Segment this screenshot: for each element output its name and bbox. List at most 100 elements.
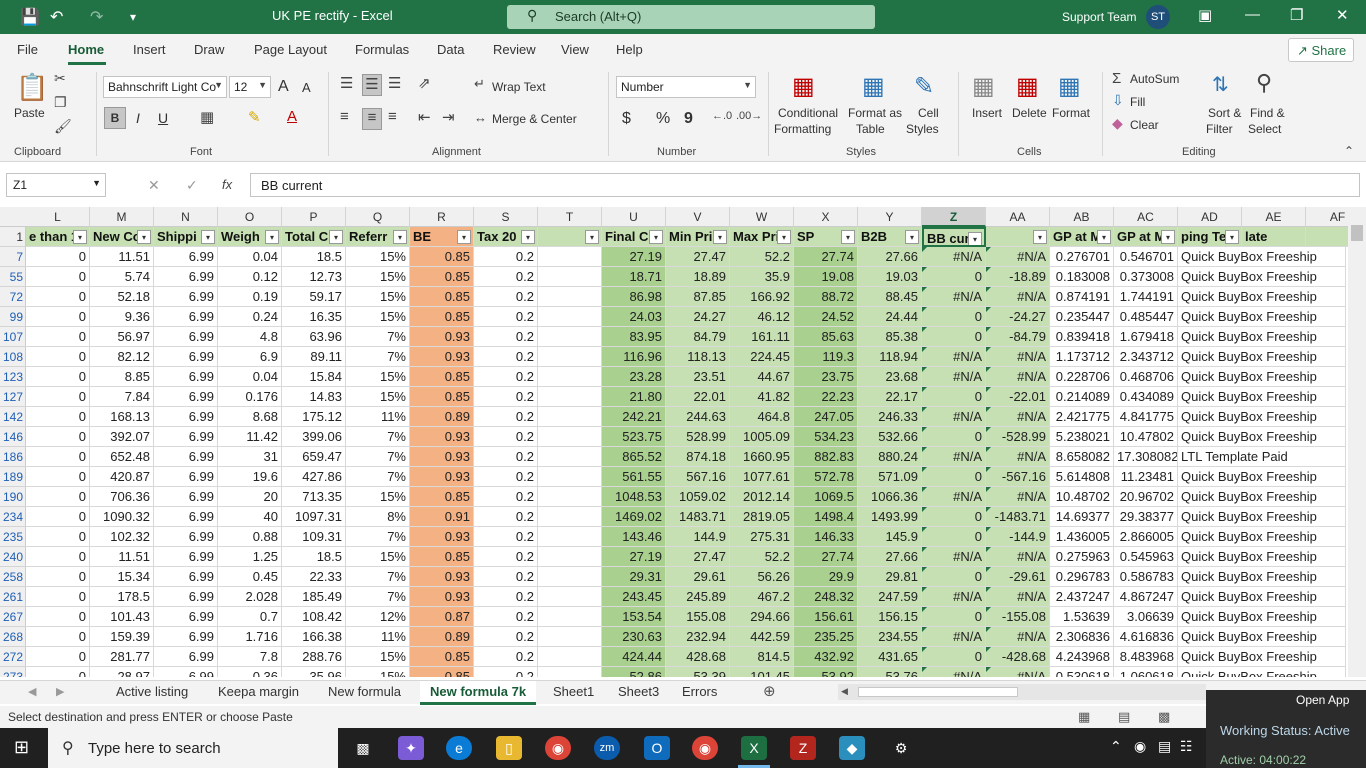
table-cell[interactable] xyxy=(538,467,602,487)
table-cell[interactable]: 424.44 xyxy=(602,647,666,667)
avatar[interactable]: ST xyxy=(1146,5,1170,29)
table-cell[interactable]: 44.67 xyxy=(730,367,794,387)
table-cell[interactable]: 1.716 xyxy=(218,627,282,647)
table-cell[interactable]: 0.434089 xyxy=(1114,387,1178,407)
table-cell[interactable]: 392.07 xyxy=(90,427,154,447)
table-cell[interactable]: 0 xyxy=(26,287,90,307)
sheet-tab[interactable]: Errors xyxy=(682,684,717,699)
tab-data[interactable]: Data xyxy=(437,42,464,57)
table-cell[interactable]: 0 xyxy=(26,327,90,347)
table-cell[interactable]: 442.59 xyxy=(730,627,794,647)
sheet-tab[interactable]: Sheet1 xyxy=(553,684,594,699)
table-cell[interactable]: 15% xyxy=(346,667,410,677)
edge-icon[interactable]: e xyxy=(446,736,472,760)
table-cell[interactable]: 15% xyxy=(346,487,410,507)
table-cell[interactable]: 0.2 xyxy=(474,367,538,387)
table-cell[interactable]: 119.3 xyxy=(794,347,858,367)
table-cell[interactable]: 1059.02 xyxy=(666,487,730,507)
table-cell[interactable]: 5.614808 xyxy=(1050,467,1114,487)
tray-camera-icon[interactable]: ◉ xyxy=(1134,738,1146,755)
table-cell[interactable]: 23.68 xyxy=(858,367,922,387)
sheet-tab[interactable]: Keepa margin xyxy=(218,684,299,699)
wrap-text-icon[interactable]: ↵ xyxy=(474,76,485,92)
table-cell[interactable]: 0 xyxy=(26,567,90,587)
table-cell[interactable]: 0 xyxy=(922,327,986,347)
table-cell[interactable]: Quick BuyBox Freeship xyxy=(1178,487,1346,507)
insert-cells-icon[interactable]: ▦ xyxy=(972,72,995,101)
column-header[interactable]: AB xyxy=(1050,207,1114,227)
fill-color-icon[interactable]: ✎ xyxy=(248,108,261,126)
table-cell[interactable]: #N/A xyxy=(986,347,1050,367)
filter-dropdown-icon[interactable]: ▾ xyxy=(777,230,791,244)
table-cell[interactable]: 11% xyxy=(346,627,410,647)
table-cell[interactable]: 0 xyxy=(26,667,90,677)
column-header[interactable]: O xyxy=(218,207,282,227)
table-cell[interactable]: 6.99 xyxy=(154,247,218,267)
align-top-icon[interactable]: ☰ xyxy=(340,74,353,92)
table-cell[interactable]: 0.296783 xyxy=(1050,567,1114,587)
cancel-icon[interactable]: ✕ xyxy=(148,177,160,194)
filter-dropdown-icon[interactable]: ▾ xyxy=(968,232,982,245)
table-cell[interactable]: 814.5 xyxy=(730,647,794,667)
table-cell[interactable] xyxy=(538,247,602,267)
font-name-combo[interactable]: Bahnschrift Light Co ▼ xyxy=(103,76,227,98)
table-cell[interactable]: 431.65 xyxy=(858,647,922,667)
table-cell[interactable]: 0.85 xyxy=(410,287,474,307)
filter-dropdown-icon[interactable]: ▾ xyxy=(1097,230,1111,244)
table-cell[interactable]: 0.2 xyxy=(474,287,538,307)
outlook-icon[interactable]: O xyxy=(644,736,670,760)
file-explorer-icon[interactable]: ▯ xyxy=(496,736,522,760)
table-cell[interactable]: Quick BuyBox Freeship xyxy=(1178,647,1346,667)
table-cell[interactable]: 7% xyxy=(346,587,410,607)
table-cell[interactable]: 88.72 xyxy=(794,287,858,307)
delete-cells-button[interactable]: Delete xyxy=(1012,106,1047,120)
row-header[interactable]: 267 xyxy=(0,607,26,627)
table-cell[interactable]: 84.79 xyxy=(666,327,730,347)
table-cell[interactable]: 0 xyxy=(26,547,90,567)
table-cell[interactable]: 6.99 xyxy=(154,367,218,387)
row-header[interactable]: 235 xyxy=(0,527,26,547)
tab-view[interactable]: View xyxy=(561,42,589,57)
table-cell[interactable]: 0.2 xyxy=(474,267,538,287)
scroll-tabs-right-icon[interactable]: ▶ xyxy=(56,685,64,698)
table-cell[interactable]: 1090.32 xyxy=(90,507,154,527)
orientation-icon[interactable]: ⇗ xyxy=(418,74,431,92)
filter-dropdown-icon[interactable]: ▾ xyxy=(137,230,151,244)
format-as-table-label-2[interactable]: Table xyxy=(856,122,885,136)
filter-dropdown-icon[interactable]: ▾ xyxy=(201,230,215,244)
table-cell[interactable]: #N/A xyxy=(922,487,986,507)
sort-filter-label-2[interactable]: Filter xyxy=(1206,122,1233,136)
table-cell[interactable]: 12% xyxy=(346,607,410,627)
table-cell[interactable]: 0.2 xyxy=(474,567,538,587)
table-cell[interactable] xyxy=(538,647,602,667)
increase-indent-icon[interactable]: ⇥ xyxy=(442,108,455,126)
table-cell[interactable]: 6.99 xyxy=(154,407,218,427)
table-cell[interactable]: 0 xyxy=(26,307,90,327)
table-cell[interactable]: -29.61 xyxy=(986,567,1050,587)
table-cell[interactable]: 101.45 xyxy=(730,667,794,677)
table-cell[interactable]: 27.47 xyxy=(666,247,730,267)
table-cell[interactable]: 24.03 xyxy=(602,307,666,327)
table-cell[interactable]: #N/A xyxy=(922,247,986,267)
table-cell[interactable]: 6.99 xyxy=(154,307,218,327)
header-cell[interactable] xyxy=(1306,227,1348,247)
working-status-popup[interactable]: Open App Working Status: Active Active: … xyxy=(1206,690,1366,768)
table-cell[interactable]: Quick BuyBox Freeship xyxy=(1178,247,1346,267)
table-cell[interactable]: 427.86 xyxy=(282,467,346,487)
row-header[interactable]: 273 xyxy=(0,667,26,677)
save-icon[interactable]: 💾 xyxy=(20,7,40,27)
wrap-text-button[interactable]: Wrap Text xyxy=(492,80,546,94)
table-cell[interactable]: 14.83 xyxy=(282,387,346,407)
shrink-font-button[interactable]: A xyxy=(302,80,311,95)
table-cell[interactable]: 1.173712 xyxy=(1050,347,1114,367)
table-cell[interactable]: 0.45 xyxy=(218,567,282,587)
table-cell[interactable]: 0.275963 xyxy=(1050,547,1114,567)
column-header[interactable]: L xyxy=(26,207,90,227)
table-cell[interactable]: 29.61 xyxy=(666,567,730,587)
table-cell[interactable]: 567.16 xyxy=(666,467,730,487)
table-cell[interactable]: 288.76 xyxy=(282,647,346,667)
row-header[interactable]: 189 xyxy=(0,467,26,487)
header-cell[interactable]: Referr ▾ xyxy=(346,227,410,247)
table-cell[interactable]: 571.09 xyxy=(858,467,922,487)
table-cell[interactable]: 0.235447 xyxy=(1050,307,1114,327)
